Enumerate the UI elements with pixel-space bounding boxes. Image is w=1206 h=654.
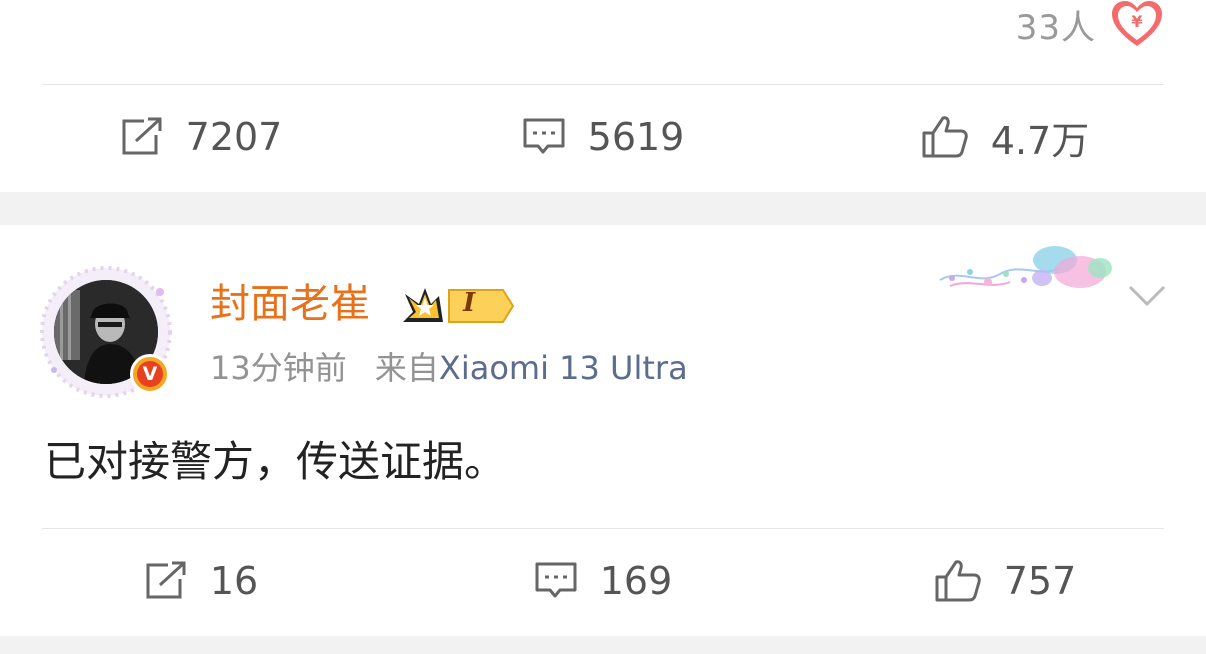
post-actions: 16 169 757 — [0, 529, 1206, 633]
repost-count: 16 — [209, 559, 259, 603]
post-author-name[interactable]: 封面老崔 — [210, 278, 370, 330]
chevron-down-icon[interactable] — [1128, 284, 1166, 308]
previous-post-footer: 33人 ¥ 7207 5619 4.7万 — [0, 0, 1206, 192]
comment-button[interactable]: 169 — [402, 529, 804, 633]
post-time: 13分钟前 — [210, 349, 347, 387]
post-source-prefix: 来自 — [374, 349, 439, 387]
thumbs-up-icon — [922, 116, 968, 158]
previous-post-actions: 7207 5619 4.7万 — [0, 85, 1206, 189]
card-decoration-icon — [939, 246, 1112, 288]
vip-level: I — [463, 288, 476, 318]
repost-count: 7207 — [185, 115, 283, 159]
reward-count: 33人 — [1015, 7, 1096, 48]
svg-text:¥: ¥ — [1131, 12, 1142, 31]
like-button[interactable]: 4.7万 — [804, 85, 1206, 189]
verified-letter: V — [137, 361, 163, 387]
like-count: 757 — [1003, 559, 1077, 603]
post-text: 已对接警方，传送证据。 — [44, 437, 507, 486]
repost-button[interactable]: 16 — [0, 529, 402, 633]
post-source-device[interactable]: Xiaomi 13 Ultra — [439, 349, 688, 387]
avatar[interactable]: V — [36, 262, 176, 402]
comment-icon — [523, 118, 565, 154]
post-meta: 13分钟前 来自Xiaomi 13 Ultra — [210, 348, 688, 388]
verified-badge: V — [130, 354, 170, 394]
comment-icon — [535, 562, 577, 598]
like-button[interactable]: 757 — [804, 529, 1206, 633]
reward-yuan-icon: ¥ — [1112, 1, 1162, 46]
vip-badge[interactable]: I — [399, 282, 517, 334]
reward-summary[interactable]: 33人 ¥ — [1016, 0, 1164, 48]
thumbs-up-icon — [935, 560, 981, 602]
comment-count: 169 — [599, 559, 673, 603]
repost-icon — [146, 561, 186, 599]
repost-icon — [122, 117, 162, 155]
repost-button[interactable]: 7207 — [0, 85, 402, 189]
comment-count: 5619 — [587, 115, 685, 159]
like-count: 4.7万 — [990, 118, 1090, 163]
comment-button[interactable]: 5619 — [402, 85, 804, 189]
crown-vip-icon — [403, 288, 515, 323]
